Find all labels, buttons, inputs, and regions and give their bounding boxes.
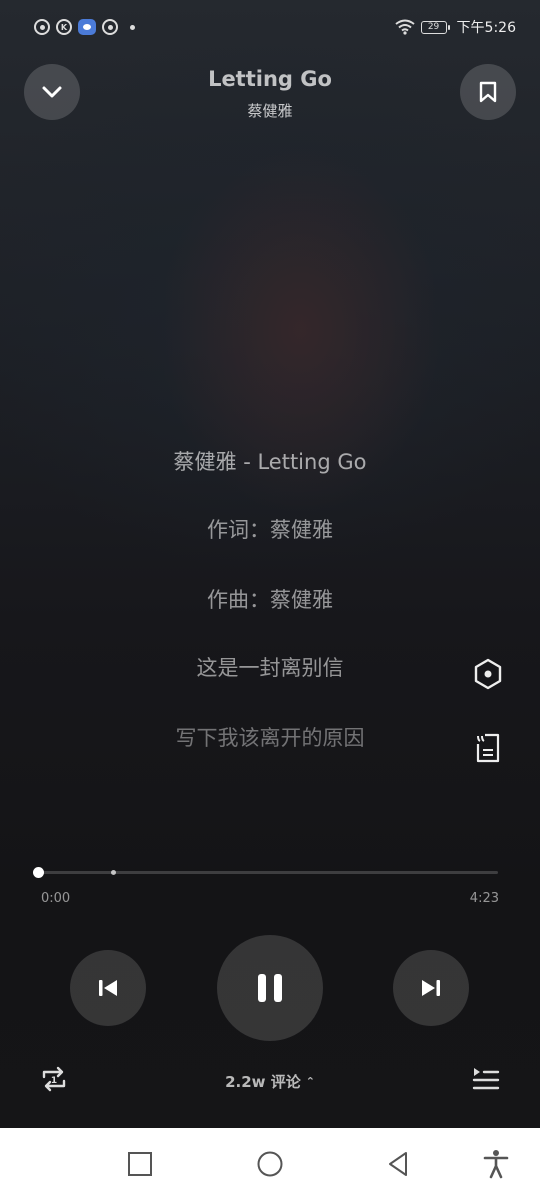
status-time: 下午5:26 — [456, 20, 516, 36]
triangle-back-icon — [389, 1152, 407, 1176]
square-icon — [128, 1152, 152, 1176]
accessibility-button[interactable] — [478, 1146, 514, 1182]
dot-icon — [130, 24, 135, 30]
playlist-icon — [472, 1068, 500, 1090]
progress-knob[interactable] — [33, 867, 44, 878]
lyric-line[interactable]: 蔡健雅 - Letting Go — [0, 446, 540, 476]
lyric-line[interactable]: 这是一封离别信 — [0, 652, 540, 682]
next-button[interactable] — [393, 950, 469, 1026]
comments-label: 2.2w 评论 — [225, 1073, 301, 1091]
pause-icon — [258, 974, 282, 1002]
home-button[interactable] — [252, 1146, 288, 1182]
hexagon-icon — [474, 658, 502, 690]
playlist-button[interactable] — [470, 1063, 502, 1095]
bookmark-button[interactable] — [460, 64, 516, 120]
wifi-icon — [394, 19, 415, 35]
bookmark-icon — [479, 81, 497, 103]
record-icon — [102, 19, 118, 35]
progress-track[interactable] — [38, 871, 498, 874]
artist-name[interactable]: 蔡健雅 — [0, 100, 540, 121]
k-icon: K — [56, 19, 72, 35]
lyrics-poster-button[interactable] — [472, 732, 504, 764]
skip-previous-icon — [99, 980, 117, 996]
pause-button[interactable] — [217, 935, 323, 1041]
progress-marker — [111, 870, 116, 875]
quote-card-icon — [476, 733, 500, 763]
skip-next-icon — [422, 980, 440, 996]
chevron-up-icon: ⌃ — [305, 1075, 315, 1088]
lyric-line[interactable]: 写下我该离开的原因 — [0, 722, 540, 752]
previous-button[interactable] — [70, 950, 146, 1026]
eye-app-icon — [78, 19, 96, 35]
notification-icons: K — [34, 19, 135, 35]
circle-icon — [257, 1151, 283, 1177]
navigation-bar — [0, 1128, 540, 1200]
sound-effect-button[interactable] — [472, 658, 504, 690]
lyric-line[interactable]: 作曲：蔡健雅 — [0, 584, 540, 614]
status-bar: K 29 下午5:26 — [0, 0, 540, 56]
battery-icon: 29 — [420, 20, 450, 34]
current-time: 0:00 — [41, 891, 71, 906]
comments-button[interactable]: 2.2w 评论 ⌃ — [0, 1071, 540, 1092]
back-button[interactable] — [380, 1146, 416, 1182]
total-time: 4:23 — [469, 891, 499, 906]
song-title: Letting Go — [208, 67, 332, 91]
record-icon — [34, 19, 50, 35]
lyric-line[interactable]: 作词：蔡健雅 — [0, 514, 540, 544]
status-right: 29 下午5:26 — [394, 17, 516, 37]
recents-button[interactable] — [122, 1146, 158, 1182]
accessibility-icon — [483, 1150, 509, 1179]
